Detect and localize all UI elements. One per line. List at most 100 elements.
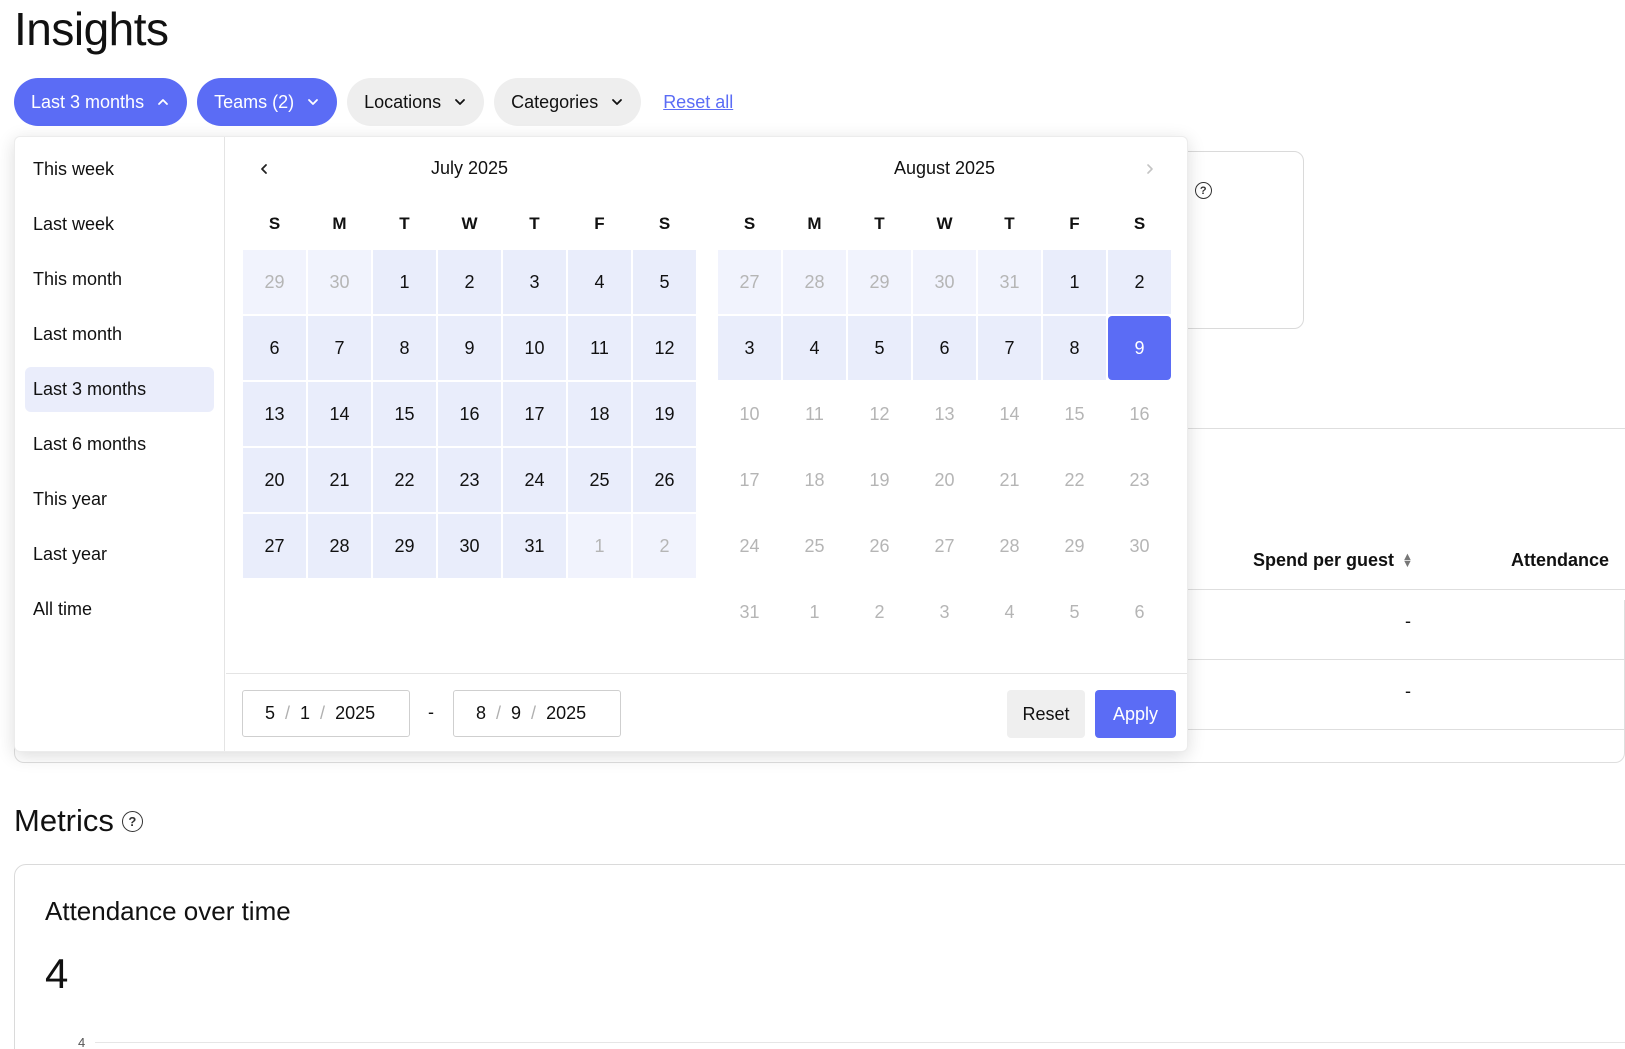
preset-option[interactable]: Last 3 months — [25, 367, 214, 412]
calendar-day[interactable]: 21 — [978, 448, 1041, 512]
sort-icon[interactable]: ▲ ▼ — [1402, 551, 1413, 569]
calendar-day[interactable]: 21 — [308, 448, 371, 512]
calendar-day[interactable]: 12 — [633, 316, 696, 380]
start-day[interactable]: 1 — [300, 703, 310, 724]
calendar-day[interactable]: 19 — [848, 448, 911, 512]
calendar-day[interactable]: 15 — [1043, 382, 1106, 446]
preset-option[interactable]: This month — [25, 257, 214, 302]
calendar-day[interactable]: 13 — [243, 382, 306, 446]
calendar-day[interactable]: 20 — [243, 448, 306, 512]
calendar-day[interactable]: 10 — [503, 316, 566, 380]
start-month[interactable]: 5 — [265, 703, 275, 724]
calendar-day[interactable]: 4 — [783, 316, 846, 380]
calendar-day[interactable]: 10 — [718, 382, 781, 446]
calendar-day[interactable]: 27 — [913, 514, 976, 578]
next-month-button[interactable] — [1136, 155, 1164, 183]
help-circle-icon[interactable]: ? — [1194, 182, 1212, 199]
preset-option[interactable]: All time — [25, 587, 214, 632]
calendar-day[interactable]: 29 — [373, 514, 436, 578]
calendar-day[interactable]: 29 — [848, 250, 911, 314]
calendar-day[interactable]: 31 — [978, 250, 1041, 314]
date-range-filter[interactable]: Last 3 months — [14, 78, 188, 126]
calendar-day[interactable]: 15 — [373, 382, 436, 446]
calendar-day[interactable]: 6 — [1108, 580, 1171, 644]
calendar-day[interactable]: 24 — [718, 514, 781, 578]
calendar-day[interactable]: 3 — [503, 250, 566, 314]
end-month[interactable]: 8 — [476, 703, 486, 724]
end-day[interactable]: 9 — [511, 703, 521, 724]
preset-option[interactable]: Last year — [25, 532, 214, 577]
calendar-day[interactable]: 26 — [633, 448, 696, 512]
calendar-day[interactable]: 22 — [373, 448, 436, 512]
calendar-day[interactable]: 29 — [243, 250, 306, 314]
calendar-day[interactable]: 2 — [848, 580, 911, 644]
preset-option[interactable]: Last month — [25, 312, 214, 357]
calendar-day[interactable]: 30 — [913, 250, 976, 314]
calendar-day[interactable]: 17 — [503, 382, 566, 446]
calendar-day[interactable]: 17 — [718, 448, 781, 512]
calendar-day[interactable]: 30 — [1108, 514, 1171, 578]
calendar-day[interactable]: 25 — [568, 448, 631, 512]
preset-option[interactable]: Last week — [25, 202, 214, 247]
calendar-day[interactable]: 8 — [1043, 316, 1106, 380]
calendar-day[interactable]: 1 — [373, 250, 436, 314]
categories-filter[interactable]: Categories — [494, 78, 642, 126]
calendar-day[interactable]: 28 — [308, 514, 371, 578]
calendar-day[interactable]: 3 — [718, 316, 781, 380]
end-date-input[interactable]: 8 / 9 / 2025 — [453, 690, 621, 737]
calendar-day[interactable]: 12 — [848, 382, 911, 446]
calendar-day[interactable]: 1 — [783, 580, 846, 644]
calendar-day[interactable]: 23 — [1108, 448, 1171, 512]
column-header-attendance[interactable]: Attendance — [1511, 550, 1609, 571]
calendar-day[interactable]: 23 — [438, 448, 501, 512]
calendar-day[interactable]: 30 — [438, 514, 501, 578]
calendar-day[interactable]: 1 — [568, 514, 631, 578]
start-year[interactable]: 2025 — [335, 703, 375, 724]
calendar-day[interactable]: 20 — [913, 448, 976, 512]
calendar-day[interactable]: 5 — [848, 316, 911, 380]
calendar-day[interactable]: 2 — [633, 514, 696, 578]
calendar-day[interactable]: 31 — [718, 580, 781, 644]
calendar-day[interactable]: 14 — [978, 382, 1041, 446]
calendar-day[interactable]: 6 — [243, 316, 306, 380]
column-header-spend-per-guest[interactable]: Spend per guest ▲ ▼ — [1253, 550, 1413, 571]
calendar-day[interactable]: 18 — [783, 448, 846, 512]
calendar-day-selected[interactable]: 9 — [1108, 316, 1171, 380]
calendar-day[interactable]: 22 — [1043, 448, 1106, 512]
calendar-day[interactable]: 26 — [848, 514, 911, 578]
calendar-day[interactable]: 16 — [1108, 382, 1171, 446]
calendar-day[interactable]: 29 — [1043, 514, 1106, 578]
calendar-day[interactable]: 3 — [913, 580, 976, 644]
calendar-day[interactable]: 6 — [913, 316, 976, 380]
calendar-day[interactable]: 9 — [438, 316, 501, 380]
help-circle-icon[interactable]: ? — [121, 810, 143, 832]
preset-option[interactable]: This week — [25, 147, 214, 192]
calendar-day[interactable]: 16 — [438, 382, 501, 446]
calendar-day[interactable]: 28 — [783, 250, 846, 314]
calendar-day[interactable]: 18 — [568, 382, 631, 446]
calendar-day[interactable]: 5 — [633, 250, 696, 314]
calendar-day[interactable]: 13 — [913, 382, 976, 446]
locations-filter[interactable]: Locations — [347, 78, 485, 126]
calendar-day[interactable]: 28 — [978, 514, 1041, 578]
calendar-day[interactable]: 19 — [633, 382, 696, 446]
calendar-day[interactable]: 11 — [568, 316, 631, 380]
calendar-day[interactable]: 30 — [308, 250, 371, 314]
calendar-day[interactable]: 11 — [783, 382, 846, 446]
calendar-day[interactable]: 4 — [978, 580, 1041, 644]
start-date-input[interactable]: 5 / 1 / 2025 — [242, 690, 410, 737]
preset-option[interactable]: This year — [25, 477, 214, 522]
calendar-day[interactable]: 27 — [243, 514, 306, 578]
calendar-day[interactable]: 27 — [718, 250, 781, 314]
end-year[interactable]: 2025 — [546, 703, 586, 724]
preset-option[interactable]: Last 6 months — [25, 422, 214, 467]
calendar-day[interactable]: 31 — [503, 514, 566, 578]
calendar-day[interactable]: 2 — [438, 250, 501, 314]
calendar-day[interactable]: 2 — [1108, 250, 1171, 314]
prev-month-button[interactable] — [250, 155, 278, 183]
calendar-day[interactable]: 4 — [568, 250, 631, 314]
teams-filter[interactable]: Teams (2) — [197, 78, 338, 126]
calendar-day[interactable]: 8 — [373, 316, 436, 380]
calendar-day[interactable]: 24 — [503, 448, 566, 512]
apply-button[interactable]: Apply — [1095, 690, 1176, 738]
